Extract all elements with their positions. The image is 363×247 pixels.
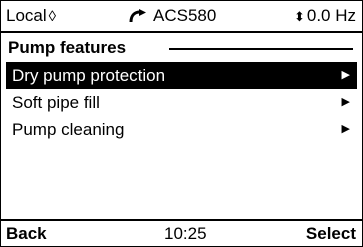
device-name: ACS580 <box>153 6 217 25</box>
up-down-arrow-icon: ⬍ <box>293 9 305 24</box>
page-title: Pump features <box>8 38 127 57</box>
reference-readout: ⬍ 0.0 Hz <box>294 6 356 26</box>
title-divider <box>169 48 353 50</box>
submenu-arrow-icon: ▶ <box>341 123 350 135</box>
submenu-arrow-icon: ▶ <box>341 96 350 108</box>
rotation-direction-icon: ◊ <box>48 8 57 25</box>
back-softkey[interactable]: Back <box>6 224 47 244</box>
submenu-arrow-icon: ▶ <box>341 69 350 81</box>
menu-item-label: Pump cleaning <box>12 120 125 139</box>
menu-item-label: Soft pipe fill <box>12 93 100 112</box>
device-status: ACS580 <box>128 6 216 26</box>
menu-item-soft-pipe-fill[interactable]: Soft pipe fill ▶ <box>1 89 362 116</box>
reference-value: 0.0 Hz <box>306 6 356 25</box>
menu-item-dry-pump-protection[interactable]: Dry pump protection ▶ <box>6 62 357 89</box>
menu-item-label: Dry pump protection <box>12 66 166 85</box>
drive-control-panel-display: Local ◊ ACS580 ⬍ 0.0 Hz Pump features Dry … <box>0 0 363 247</box>
select-softkey[interactable]: Select <box>306 224 356 244</box>
control-location-label: Local <box>6 6 47 25</box>
running-arrow-icon <box>129 9 146 23</box>
clock: 10:25 <box>164 224 207 243</box>
menu-list: Dry pump protection ▶ Soft pipe fill ▶ P… <box>1 62 362 143</box>
softkey-bar: Back 10:25 Select <box>1 219 362 246</box>
status-bar: Local ◊ ACS580 ⬍ 0.0 Hz <box>1 1 362 33</box>
control-location: Local ◊ <box>6 6 56 26</box>
menu-item-pump-cleaning[interactable]: Pump cleaning ▶ <box>1 116 362 143</box>
